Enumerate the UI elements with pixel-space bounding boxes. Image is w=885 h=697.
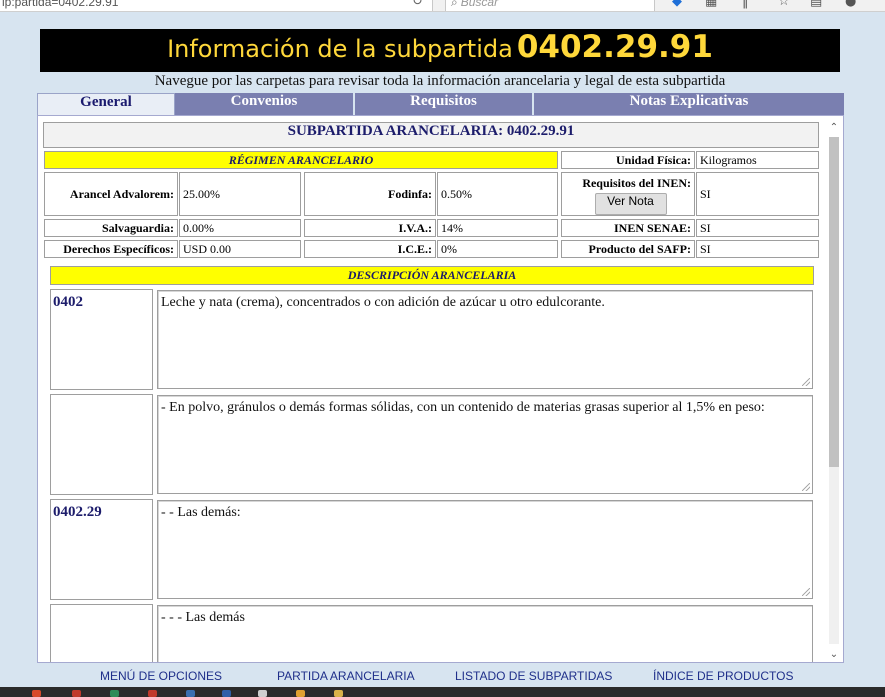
unidad-fisica-value: Kilogramos: [696, 151, 819, 169]
ice-value: 0%: [437, 240, 558, 258]
footer-link-partida[interactable]: PARTIDA ARANCELARIA: [277, 669, 415, 683]
resize-grip-icon[interactable]: [802, 483, 810, 491]
tab-notas-explicativas[interactable]: Notas Explicativas: [534, 93, 844, 115]
app-icon[interactable]: [110, 690, 119, 697]
app-icon[interactable]: [296, 690, 305, 697]
browser-toolbar: ip:partida=0402.29.91 ↻ ⌕ Buscar ◆ ▦ ‖ ☆ …: [0, 0, 885, 12]
subpartida-heading: SUBPARTIDA ARANCELARIA: 0402.29.91: [43, 122, 819, 148]
footer-link-indice[interactable]: ÍNDICE DE PRODUCTOS: [653, 669, 793, 683]
content-frame: SUBPARTIDA ARANCELARIA: 0402.29.91 RÉGIM…: [37, 115, 844, 663]
inen-senae-label: INEN SENAE:: [561, 219, 695, 237]
app-icon[interactable]: [148, 690, 157, 697]
downloads-icon[interactable]: ▤: [810, 0, 822, 9]
ice-label: I.C.E.:: [304, 240, 436, 258]
code-cell: 0402.29: [50, 499, 153, 600]
safp-value: SI: [696, 240, 819, 258]
tab-requisitos[interactable]: Requisitos: [355, 93, 534, 115]
app-icon[interactable]: [334, 690, 343, 697]
inen-requisitos-cell: Requisitos del INEN: Ver Nota: [561, 172, 695, 216]
derechos-label: Derechos Específicos:: [44, 240, 178, 258]
salvaguardia-value: 0.00%: [179, 219, 301, 237]
app-icon[interactable]: [258, 690, 267, 697]
description-text: Leche y nata (crema), concentrados o con…: [161, 295, 605, 310]
inen-requisitos-value: SI: [696, 172, 819, 216]
tab-convenios[interactable]: Convenios: [175, 93, 355, 115]
scroll-up-icon[interactable]: ⌃: [827, 121, 841, 135]
description-textarea[interactable]: - - - Las demás: [157, 605, 813, 662]
os-taskbar: [0, 687, 885, 697]
iva-label: I.V.A.:: [304, 219, 436, 237]
fodinfa-value: 0.50%: [437, 172, 558, 216]
fodinfa-label: Fodinfa:: [304, 172, 436, 216]
app-icon[interactable]: [72, 690, 81, 697]
search-icon: ⌕: [451, 0, 458, 9]
scroll-down-icon[interactable]: ⌄: [827, 648, 841, 662]
description-textarea[interactable]: - En polvo, gránulos o demás formas sóli…: [157, 395, 813, 494]
description-text: - - - Las demás: [161, 610, 245, 625]
inen-senae-value: SI: [696, 219, 819, 237]
address-bar[interactable]: ip:partida=0402.29.91: [0, 0, 433, 11]
description-text: - En polvo, gránulos o demás formas sóli…: [161, 400, 765, 415]
descripcion-header: DESCRIPCIÓN ARANCELARIA: [50, 266, 814, 285]
page-title-banner: Información de la subpartida 0402.29.91: [40, 29, 840, 72]
sidebar-icon[interactable]: ‖: [742, 0, 749, 9]
menu-icon[interactable]: ●: [845, 0, 856, 9]
app-icon[interactable]: [186, 690, 195, 697]
tab-general[interactable]: General: [37, 93, 175, 115]
app-icon[interactable]: [32, 690, 41, 697]
footer-link-menu[interactable]: MENÚ DE OPCIONES: [100, 669, 222, 683]
scroll-thumb[interactable]: [829, 137, 839, 467]
bookmark-star-icon[interactable]: ☆: [778, 0, 790, 9]
description-textarea[interactable]: Leche y nata (crema), concentrados o con…: [157, 290, 813, 389]
description-textarea[interactable]: - - Las demás:: [157, 500, 813, 599]
inen-requisitos-label: Requisitos del INEN:: [582, 176, 691, 190]
tab-bar: General Convenios Requisitos Notas Expli…: [37, 93, 844, 115]
page-subtitle: Navegue por las carpetas para revisar to…: [154, 73, 726, 89]
salvaguardia-label: Salvaguardia:: [44, 219, 178, 237]
code-cell: 0402: [50, 289, 153, 390]
ver-nota-button[interactable]: Ver Nota: [594, 193, 667, 215]
arancel-label: Arancel Advalorem:: [44, 172, 178, 216]
library-icon[interactable]: ▦: [705, 0, 717, 9]
regimen-header: RÉGIMEN ARANCELARIO: [44, 151, 558, 169]
footer-link-listado[interactable]: LISTADO DE SUBPARTIDAS: [455, 669, 612, 683]
iva-value: 14%: [437, 219, 558, 237]
unidad-fisica-label: Unidad Física:: [561, 151, 695, 169]
arancel-value: 25.00%: [179, 172, 301, 216]
resize-grip-icon[interactable]: [802, 378, 810, 386]
code-cell: [50, 604, 153, 662]
page-title-prefix: Información de la subpartida: [167, 35, 513, 63]
app-icon[interactable]: [222, 690, 231, 697]
description-text: - - Las demás:: [161, 505, 241, 520]
search-placeholder: Buscar: [460, 0, 499, 9]
safp-label: Producto del SAFP:: [561, 240, 695, 258]
page-title-code: 0402.29.91: [516, 29, 713, 65]
pocket-icon[interactable]: ◆: [672, 0, 682, 9]
derechos-value: USD 0.00: [179, 240, 301, 258]
reload-icon[interactable]: ↻: [412, 0, 423, 9]
resize-grip-icon[interactable]: [802, 588, 810, 596]
footer-nav: MENÚ DE OPCIONES PARTIDA ARANCELARIA LIS…: [0, 667, 885, 687]
content-scrollbar[interactable]: ⌃ ⌄: [827, 121, 841, 662]
scroll-track[interactable]: [829, 137, 839, 644]
code-cell: [50, 394, 153, 495]
search-box[interactable]: ⌕ Buscar: [445, 0, 655, 11]
